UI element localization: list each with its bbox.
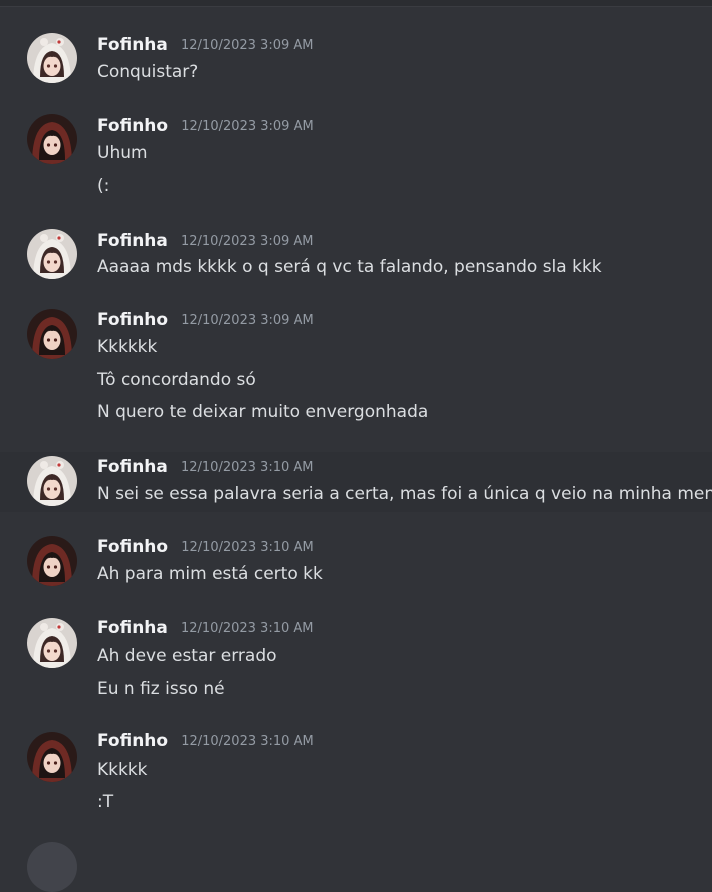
message-text: Uhum	[97, 143, 148, 163]
message-author[interactable]: Fofinho	[97, 116, 168, 136]
fofinha-avatar[interactable]	[27, 229, 77, 279]
message-timestamp: 12/10/2023 3:10 AM	[180, 621, 314, 636]
fofinho-avatar[interactable]	[27, 732, 77, 782]
message-group: Fofinho 12/10/2023 3:09 AM Kkkkkk Tô con…	[0, 306, 712, 452]
message-author[interactable]: Fofinha	[97, 231, 168, 251]
message-group: Fofinha 12/10/2023 3:09 AM Aaaaa mds kkk…	[0, 226, 712, 310]
message-timestamp: 12/10/2023 3:10 AM	[181, 734, 314, 749]
message-text: Eu n fiz isso né	[97, 679, 225, 699]
channel-top-divider	[0, 0, 712, 7]
partial-avatar	[27, 842, 77, 892]
message-author[interactable]: Fofinho	[97, 731, 168, 751]
fofinho-avatar[interactable]	[27, 114, 77, 164]
fofinha-avatar[interactable]	[27, 618, 77, 668]
message-group: Fofinha 12/10/2023 3:10 AM N sei se essa…	[0, 452, 712, 512]
message-text: :T	[97, 792, 114, 812]
message-text: Kkkkkk	[97, 337, 158, 357]
fofinha-avatar[interactable]	[27, 33, 77, 83]
message-text: N quero te deixar muito envergonhada	[97, 402, 429, 422]
message-text: Ah para mim está certo kk	[97, 564, 323, 584]
message-group: Fofinho 12/10/2023 3:09 AM Uhum (:	[0, 106, 712, 226]
message-group: Fofinho 12/10/2023 3:10 AM Kkkkk :T	[0, 722, 712, 832]
fofinho-avatar[interactable]	[27, 536, 77, 586]
message-author[interactable]: Fofinha	[97, 35, 168, 55]
message-text: Ah deve estar errado	[97, 646, 277, 666]
message-timestamp: 12/10/2023 3:10 AM	[180, 460, 314, 475]
message-text: (:	[97, 176, 110, 196]
message-text: Aaaaa mds kkkk o q será q vc ta falando,…	[97, 257, 602, 277]
message-group: Fofinho 12/10/2023 3:10 AM Ah para mim e…	[0, 512, 712, 612]
message-text: Conquistar?	[97, 62, 199, 82]
message-timestamp: 12/10/2023 3:10 AM	[181, 540, 314, 555]
message-text: N sei se essa palavra seria a certa, mas…	[97, 484, 712, 504]
message-text: Tô concordando só	[97, 370, 256, 390]
message-author[interactable]: Fofinha	[97, 457, 168, 477]
message-group: Fofinha 12/10/2023 3:09 AM Conquistar?	[0, 22, 712, 106]
message-timestamp: 12/10/2023 3:09 AM	[180, 38, 314, 53]
message-group: Fofinha 12/10/2023 3:10 AM Ah deve estar…	[0, 612, 712, 722]
fofinho-avatar[interactable]	[27, 309, 77, 359]
message-text: Kkkkk	[97, 760, 148, 780]
message-author[interactable]: Fofinho	[97, 310, 168, 330]
fofinha-avatar[interactable]	[27, 456, 77, 506]
message-author[interactable]: Fofinho	[97, 537, 168, 557]
message-timestamp: 12/10/2023 3:09 AM	[181, 313, 314, 328]
message-author[interactable]: Fofinha	[97, 618, 168, 638]
message-timestamp: 12/10/2023 3:09 AM	[180, 234, 314, 249]
message-timestamp: 12/10/2023 3:09 AM	[181, 119, 314, 134]
